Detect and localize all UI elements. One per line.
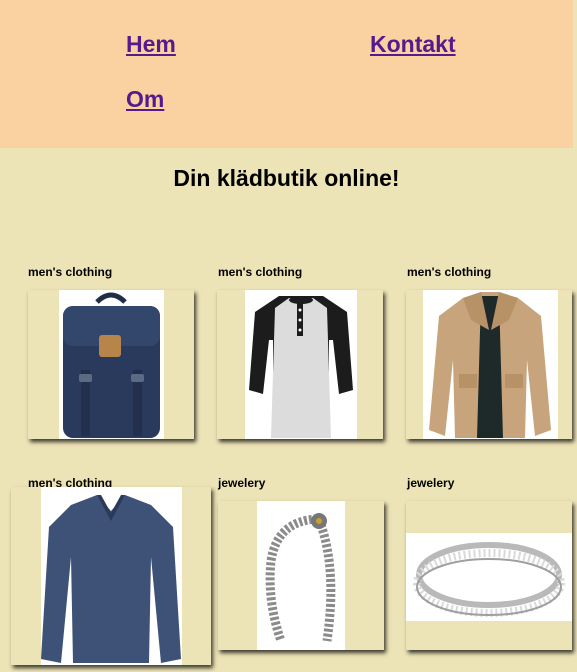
nav-link-contact[interactable]: Kontakt: [370, 31, 456, 58]
nav-link-about[interactable]: Om: [126, 86, 164, 113]
long-sleeve-shirt-image: [41, 487, 182, 665]
henley-shirt-image: [245, 290, 357, 439]
jacket-image: [423, 290, 558, 439]
product-card-henley[interactable]: [217, 290, 383, 439]
product-category: jewelery: [407, 476, 455, 490]
product-card-jacket[interactable]: [406, 290, 572, 439]
product-category: men's clothing: [407, 265, 492, 279]
product-category: men's clothing: [28, 265, 113, 279]
nav-link-home[interactable]: Hem: [126, 31, 176, 58]
chain-bracelet-image: [257, 501, 345, 650]
product-category: jewelery: [218, 476, 266, 490]
product-card-backpack[interactable]: [28, 290, 194, 439]
product-card-bracelet[interactable]: [218, 501, 384, 650]
backpack-image: [59, 290, 164, 439]
page-title: Din klädbutik online!: [173, 165, 400, 191]
top-navigation: Hem Kontakt Om: [0, 0, 573, 148]
ring-image: [406, 533, 572, 621]
product-card-long-sleeve[interactable]: [11, 487, 211, 665]
product-category: men's clothing: [218, 265, 303, 279]
product-card-ring[interactable]: [406, 501, 572, 650]
